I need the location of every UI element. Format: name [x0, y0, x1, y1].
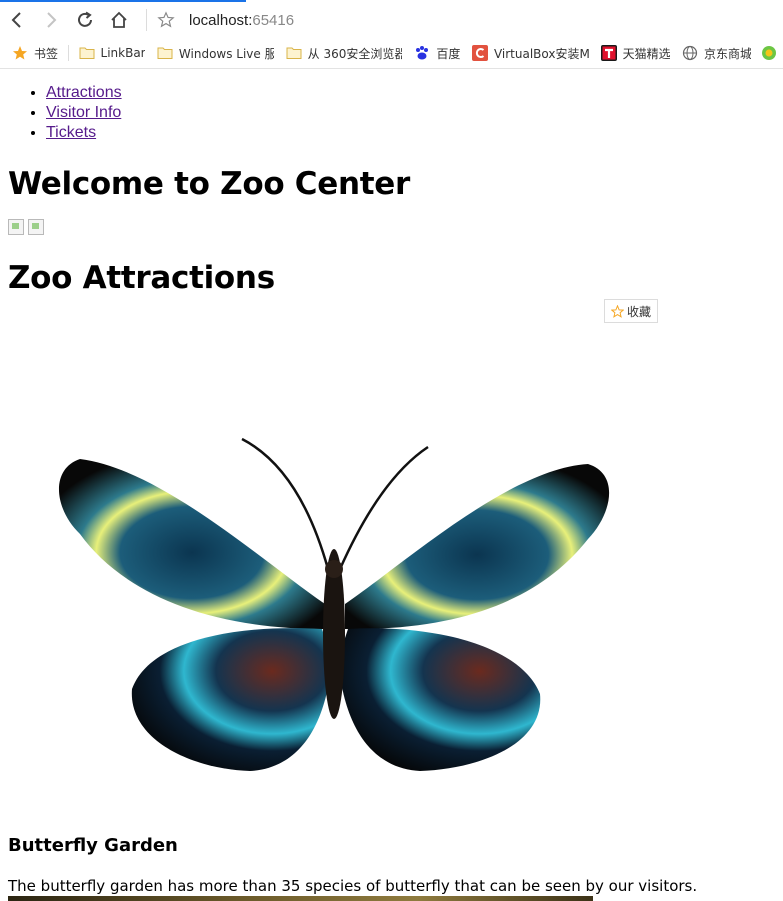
forward-button[interactable]: [34, 3, 68, 37]
page-content: Attractions Visitor Info Tickets Welcome…: [0, 69, 783, 901]
favorite-button[interactable]: 收藏: [604, 299, 659, 323]
page-title: Welcome to Zoo Center: [8, 166, 410, 202]
bookmark-item-linkbar[interactable]: LinkBar: [79, 38, 145, 68]
bookmark-label: LinkBar: [100, 46, 145, 60]
bookmark-item-virtualbox[interactable]: VirtualBox安装M: [471, 38, 591, 68]
bookmark-label: 书签: [34, 46, 58, 61]
broken-image-icon: [28, 219, 44, 235]
bookmark-star-button[interactable]: [153, 3, 179, 37]
bookmark-item-baidu[interactable]: 百度: [414, 38, 460, 68]
favorite-label: 收藏: [627, 304, 652, 319]
nav-link-attractions[interactable]: Attractions: [46, 84, 122, 101]
attraction-title: Butterfly Garden: [8, 835, 178, 856]
butterfly-image: [58, 437, 610, 771]
tmall-icon: [600, 45, 617, 61]
bookmark-item-tmall[interactable]: 天猫精选: [600, 38, 670, 68]
broken-image-icon: [8, 219, 24, 235]
star-outline-icon: [157, 11, 175, 28]
address-port: 65416: [252, 11, 295, 29]
forward-arrow-icon: [47, 12, 57, 28]
bookmark-item-360[interactable]: 从 360安全浏览器: [286, 38, 403, 68]
bookmark-item-windows-live[interactable]: Windows Live 服: [157, 38, 274, 68]
attraction-description: The butterfly garden has more than 35 sp…: [8, 877, 698, 895]
globe-icon: [682, 45, 698, 61]
nav-link-visitor-info[interactable]: Visitor Info: [46, 104, 121, 121]
bookmark-label: 百度: [436, 46, 460, 61]
baidu-icon: [414, 45, 430, 61]
broken-image-row: [8, 219, 783, 235]
bookmark-item-overflow[interactable]: [761, 38, 783, 68]
address-bar[interactable]: localhost:65416: [189, 12, 294, 29]
bookmark-label: 京东商城: [703, 46, 752, 61]
site-nav: Attractions Visitor Info Tickets: [0, 83, 783, 143]
next-attraction-image: [8, 896, 593, 901]
colorful-logo-icon: [761, 45, 777, 61]
back-button[interactable]: [0, 3, 34, 37]
nav-item: Visitor Info: [46, 103, 783, 123]
reload-button[interactable]: [68, 3, 102, 37]
bookmarks-divider: [67, 45, 69, 61]
back-arrow-icon: [11, 12, 21, 28]
home-button[interactable]: [102, 3, 136, 37]
nav-link-tickets[interactable]: Tickets: [46, 124, 96, 141]
bookmarks-bar: 书签 LinkBar Windows Live 服 从 360安全浏览器 百度 …: [0, 38, 783, 69]
c-logo-icon: [471, 45, 488, 61]
bookmark-label: Windows Live 服: [178, 46, 274, 61]
bookmark-label: 天猫精选: [622, 46, 670, 61]
star-outline-icon: [611, 304, 624, 318]
section-title: Zoo Attractions: [8, 260, 275, 296]
address-host: localhost:: [189, 11, 253, 29]
bookmark-label: VirtualBox安装M: [493, 46, 590, 61]
nav-item: Attractions: [46, 83, 783, 103]
browser-toolbar: localhost:65416: [0, 2, 783, 38]
star-icon: [12, 45, 28, 61]
bookmark-item-jd[interactable]: 京东商城: [682, 38, 751, 68]
reload-icon: [78, 11, 92, 27]
nav-item: Tickets: [46, 123, 783, 143]
home-icon: [111, 11, 127, 28]
toolbar-divider: [146, 9, 147, 31]
folder-icon: [157, 45, 173, 61]
folder-icon: [79, 45, 95, 61]
folder-icon: [286, 45, 302, 61]
bookmark-item-shuqian[interactable]: 书签: [12, 38, 58, 68]
bookmark-label: 从 360安全浏览器: [307, 46, 403, 61]
